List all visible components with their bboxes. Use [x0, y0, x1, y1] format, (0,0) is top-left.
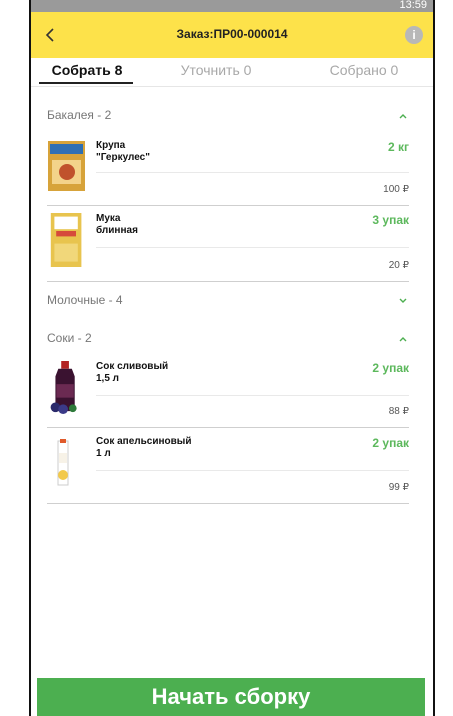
screen-frame: 13:59 Заказ:ПР00-000014 i Собрать 8 Уточ… — [0, 0, 453, 716]
list-item[interactable]: Сок апельсиновый 1 л 2 упак 99 ₽ — [47, 436, 409, 504]
product-price: 100 ₽ — [383, 184, 409, 195]
product-image — [48, 141, 85, 191]
product-name: Мука блинная — [96, 213, 138, 236]
status-bar: 13:59 — [31, 0, 433, 12]
product-quantity: 3 упак — [372, 213, 409, 227]
item-divider — [96, 247, 409, 248]
section-title: Молочные - 4 — [47, 293, 123, 307]
tab-collected-label: Собрано 0 — [329, 62, 399, 78]
section-header-grocery[interactable]: Бакалея - 2 — [47, 106, 409, 126]
app-screen: 13:59 Заказ:ПР00-000014 i Собрать 8 Уточ… — [29, 0, 435, 716]
active-tab-indicator — [39, 82, 133, 84]
chevron-up-icon — [399, 114, 407, 119]
tab-collect[interactable]: Собрать 8 — [39, 62, 135, 84]
start-picking-button[interactable]: Начать сборку — [37, 678, 425, 716]
product-name: Крупа "Геркулес" — [96, 140, 150, 163]
list-item[interactable]: Мука блинная 3 упак 20 ₽ — [47, 213, 409, 282]
item-bottom-divider — [47, 503, 409, 504]
product-name: Сок апельсиновый 1 л — [96, 436, 192, 459]
section-header-dairy[interactable]: Молочные - 4 — [47, 291, 409, 311]
product-quantity: 2 упак — [372, 436, 409, 450]
chevron-down-icon — [399, 298, 407, 303]
product-name: Сок сливовый 1,5 л — [96, 361, 169, 384]
tabs-divider — [31, 86, 433, 87]
item-bottom-divider — [47, 281, 409, 282]
info-icon: i — [412, 28, 416, 42]
section-header-juices[interactable]: Соки - 2 — [47, 329, 409, 349]
section-title: Соки - 2 — [47, 331, 92, 345]
product-price: 99 ₽ — [388, 482, 409, 493]
list-item[interactable]: Крупа "Геркулес" 2 кг 100 ₽ — [47, 140, 409, 206]
tab-clarify-label: Уточнить 0 — [180, 62, 252, 78]
item-bottom-divider — [47, 205, 409, 206]
tab-collected[interactable]: Собрано 0 — [309, 62, 419, 78]
info-button[interactable]: i — [405, 26, 423, 44]
chevron-up-icon — [399, 337, 407, 342]
item-bottom-divider — [47, 427, 409, 428]
product-image — [50, 213, 82, 267]
item-divider — [96, 395, 409, 396]
product-price: 20 ₽ — [388, 260, 409, 271]
app-header: Заказ:ПР00-000014 i — [31, 12, 433, 58]
page-title: Заказ:ПР00-000014 — [176, 27, 288, 41]
section-title: Бакалея - 2 — [47, 108, 112, 122]
item-divider — [96, 470, 409, 471]
tab-collect-label: Собрать 8 — [51, 62, 123, 78]
list-item[interactable]: Сок сливовый 1,5 л 2 упак 88 ₽ — [47, 361, 409, 428]
product-image — [57, 439, 69, 486]
product-quantity: 2 упак — [372, 361, 409, 375]
status-time: 13:59 — [399, 0, 427, 11]
item-divider — [96, 172, 409, 173]
product-quantity: 2 кг — [387, 140, 409, 154]
product-image — [50, 361, 77, 415]
tab-bar: Собрать 8 Уточнить 0 Собрано 0 — [31, 58, 433, 86]
tab-clarify[interactable]: Уточнить 0 — [161, 62, 271, 78]
product-price: 88 ₽ — [388, 406, 409, 417]
